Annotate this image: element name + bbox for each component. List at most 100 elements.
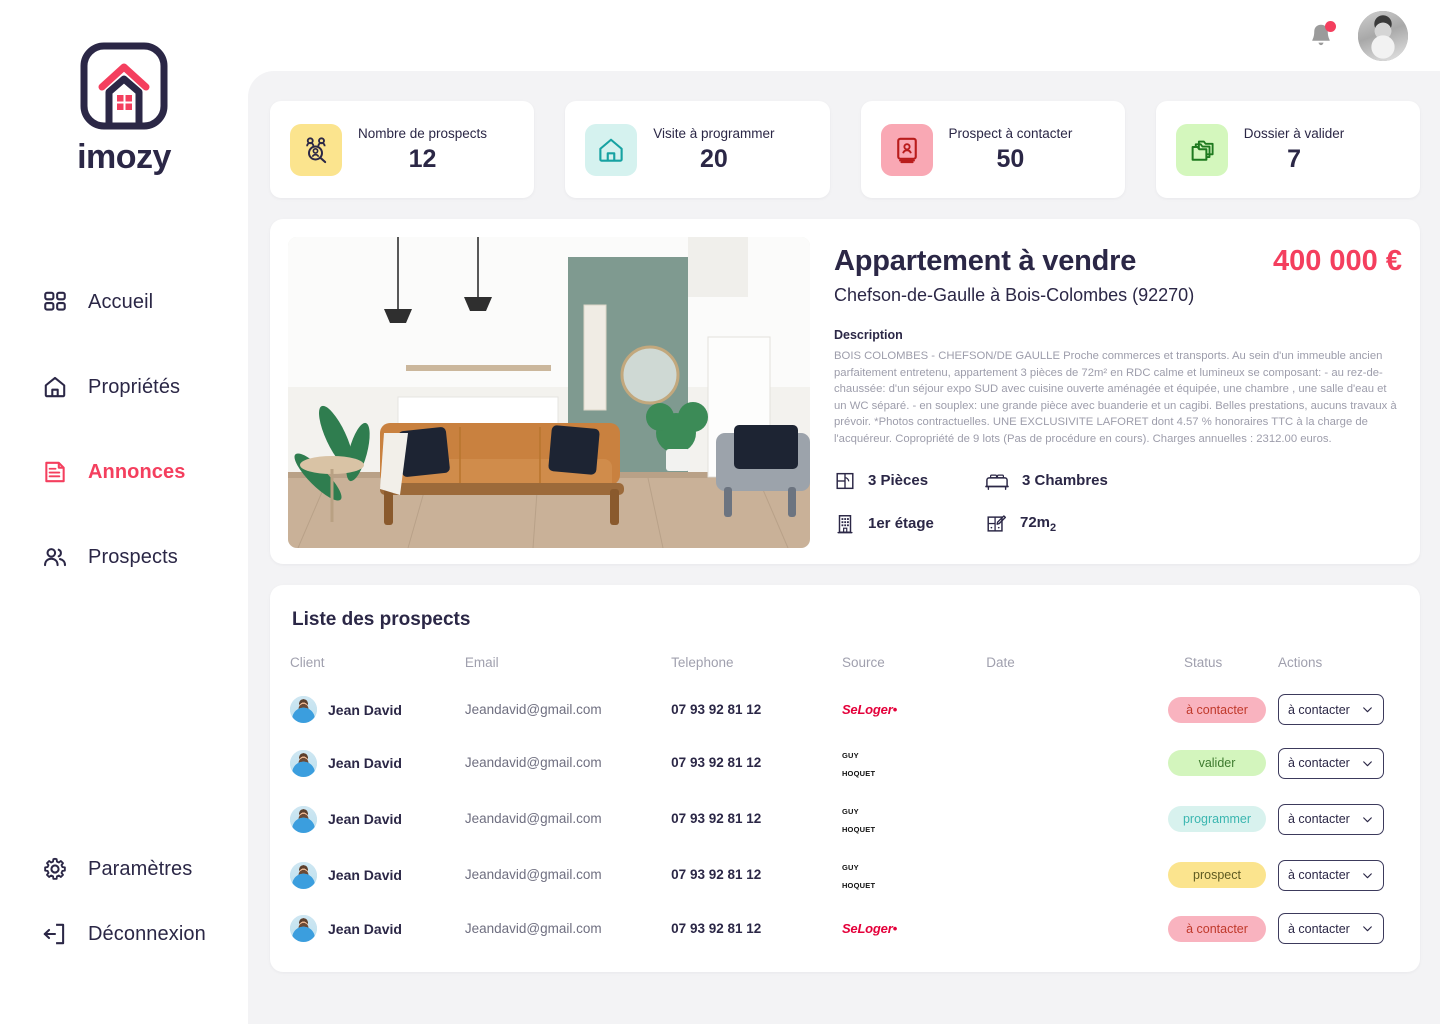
contact-book-icon-box [880, 123, 933, 176]
client-name: Jean David [328, 811, 402, 827]
sidebar-item-prospects[interactable]: Prospects [0, 534, 248, 580]
content-panel: Nombre de prospects 12 Visite à programm… [248, 71, 1440, 1024]
dropdown-value: à contacter [1287, 812, 1350, 826]
column-header-client: Client [290, 655, 325, 670]
home-icon [44, 376, 66, 398]
feature-surface: 72m2 [984, 512, 1056, 536]
chevron-down-icon [1363, 816, 1372, 822]
avatar [290, 749, 317, 777]
feature-label: 3 Chambres [1022, 472, 1108, 490]
grid-icon [44, 291, 66, 311]
property-photo-image [288, 237, 810, 548]
area-plan-icon [987, 514, 1007, 532]
feature-label: 3 Pièces [868, 472, 929, 490]
sidebar-item-label: Prospects [88, 545, 178, 568]
dropdown-value: à contacter [1287, 921, 1350, 936]
client-phone: 07 93 92 81 12 [671, 867, 762, 882]
status-dropdown[interactable]: à contacter [1277, 913, 1384, 944]
floorplan-icon [836, 472, 854, 489]
stat-label: Nombre de prospects [358, 125, 488, 141]
status-dropdown[interactable]: à contacter [1277, 859, 1384, 891]
status-badge: programmer [1168, 806, 1266, 832]
status-badge: prospect [1168, 862, 1266, 888]
sidebar-item-label: Paramètres [88, 857, 193, 880]
source-logo: SeLoger• [841, 920, 897, 936]
user-avatar-image [1358, 10, 1408, 61]
sidebar-item-accueil[interactable]: Accueil [0, 279, 248, 325]
stat-value: 12 [408, 144, 437, 173]
contact-book-icon [896, 137, 917, 163]
client-name: Jean David [328, 920, 402, 937]
status-dropdown[interactable]: à contacter [1277, 803, 1384, 835]
client-phone: 07 93 92 81 12 [671, 811, 762, 826]
sidebar-item-parametres[interactable]: Paramètres [0, 846, 248, 892]
sidebar-item-annonces[interactable]: Annonces [0, 449, 248, 495]
property-price: 400 000 € [1272, 245, 1402, 277]
building-icon [837, 514, 853, 533]
stat-value: 7 [1287, 144, 1301, 173]
living-room-photo[interactable] [288, 237, 810, 548]
bed-icon [985, 474, 1009, 490]
client-email: Jeandavid@gmail.com [464, 811, 602, 826]
brand-logo[interactable]: imozy [0, 0, 248, 177]
dropdown-value: à contacter [1287, 868, 1350, 882]
stats-row: Nombre de prospects 12 Visite à programm… [270, 101, 1420, 198]
user-avatar-image [290, 805, 317, 833]
people-icon [44, 548, 66, 567]
folders-icon [1191, 140, 1214, 161]
table-row[interactable]: Jean David Jeandavid@gmail.com 07 93 92 … [290, 684, 1400, 735]
client-phone: 07 93 92 81 12 [671, 920, 762, 936]
stat-label: Visite à programmer [653, 125, 775, 141]
sidebar-item-label: Annonces [88, 460, 186, 483]
stat-label: Prospect à contacter [948, 125, 1073, 141]
avatar [290, 861, 317, 889]
app-root: imozy Accueil Propriétés Annonces Prospe… [0, 0, 1440, 1024]
feature-pieces: 3 Pièces [834, 470, 984, 492]
status-dropdown[interactable]: à contacter [1277, 747, 1384, 779]
table-row[interactable]: Jean David Jeandavid@gmail.com 07 93 92 … [290, 903, 1400, 954]
column-header-source: Source [841, 655, 885, 670]
stat-card-prospects[interactable]: Nombre de prospects 12 [270, 101, 535, 198]
dropdown-value: à contacter [1287, 756, 1350, 770]
stat-value: 50 [996, 144, 1025, 173]
chevron-down-icon [1363, 926, 1372, 932]
description-label: Description [834, 328, 903, 342]
sidebar-item-deconnexion[interactable]: Déconnexion [0, 911, 248, 957]
client-email: Jeandavid@gmail.com [464, 867, 602, 882]
user-avatar-image [290, 749, 317, 777]
client-phone: 07 93 92 81 12 [671, 755, 762, 770]
sidebar-item-proprietes[interactable]: Propriétés [0, 364, 248, 410]
column-header-phone: Telephone [671, 655, 734, 670]
property-card: Appartement à vendre 400 000 € Chefson-d… [270, 219, 1420, 564]
column-header-email: Email [464, 655, 499, 670]
prospects-table-card: Liste des prospects Client Email Telepho… [270, 585, 1420, 972]
main-area: Nombre de prospects 12 Visite à programm… [248, 0, 1440, 1024]
property-address: Chefson-de-Gaulle à Bois-Colombes (92270… [834, 285, 1195, 305]
brand-name: imozy [77, 138, 171, 176]
people-search-icon [306, 136, 327, 163]
table-row[interactable]: Jean David Jeandavid@gmail.com 07 93 92 … [290, 847, 1400, 903]
avatar[interactable] [1358, 10, 1408, 61]
source-logo: GUY HOQUET [841, 863, 876, 890]
stat-value: 20 [699, 144, 728, 173]
status-dropdown[interactable]: à contacter [1277, 694, 1384, 725]
feature-chambres: 3 Chambres [984, 470, 1108, 492]
notifications-button[interactable] [1306, 20, 1336, 51]
stat-card-dossiers[interactable]: Dossier à valider 7 [1155, 101, 1420, 198]
status-badge: à contacter [1168, 915, 1266, 942]
stat-card-visites[interactable]: Visite à programmer 20 [565, 101, 830, 198]
table-row[interactable]: Jean David Jeandavid@gmail.com 07 93 92 … [290, 791, 1400, 847]
column-header-actions: Actions [1277, 655, 1323, 670]
feature-etage: 1er étage [834, 512, 984, 536]
dropdown-value: à contacter [1287, 702, 1350, 717]
source-logo: SeLoger• [841, 701, 897, 717]
stat-card-contacter[interactable]: Prospect à contacter 50 [860, 101, 1125, 198]
table-row[interactable]: Jean David Jeandavid@gmail.com 07 93 92 … [290, 735, 1400, 791]
logout-icon [43, 923, 65, 945]
folders-icon-box [1175, 123, 1228, 176]
client-phone: 07 93 92 81 12 [671, 701, 762, 717]
user-avatar-image [290, 696, 317, 723]
client-email: Jeandavid@gmail.com [464, 701, 602, 717]
property-features: 3 Pièces 3 Chambres 1er étage 72m2 [834, 470, 1402, 536]
avatar [290, 915, 317, 942]
